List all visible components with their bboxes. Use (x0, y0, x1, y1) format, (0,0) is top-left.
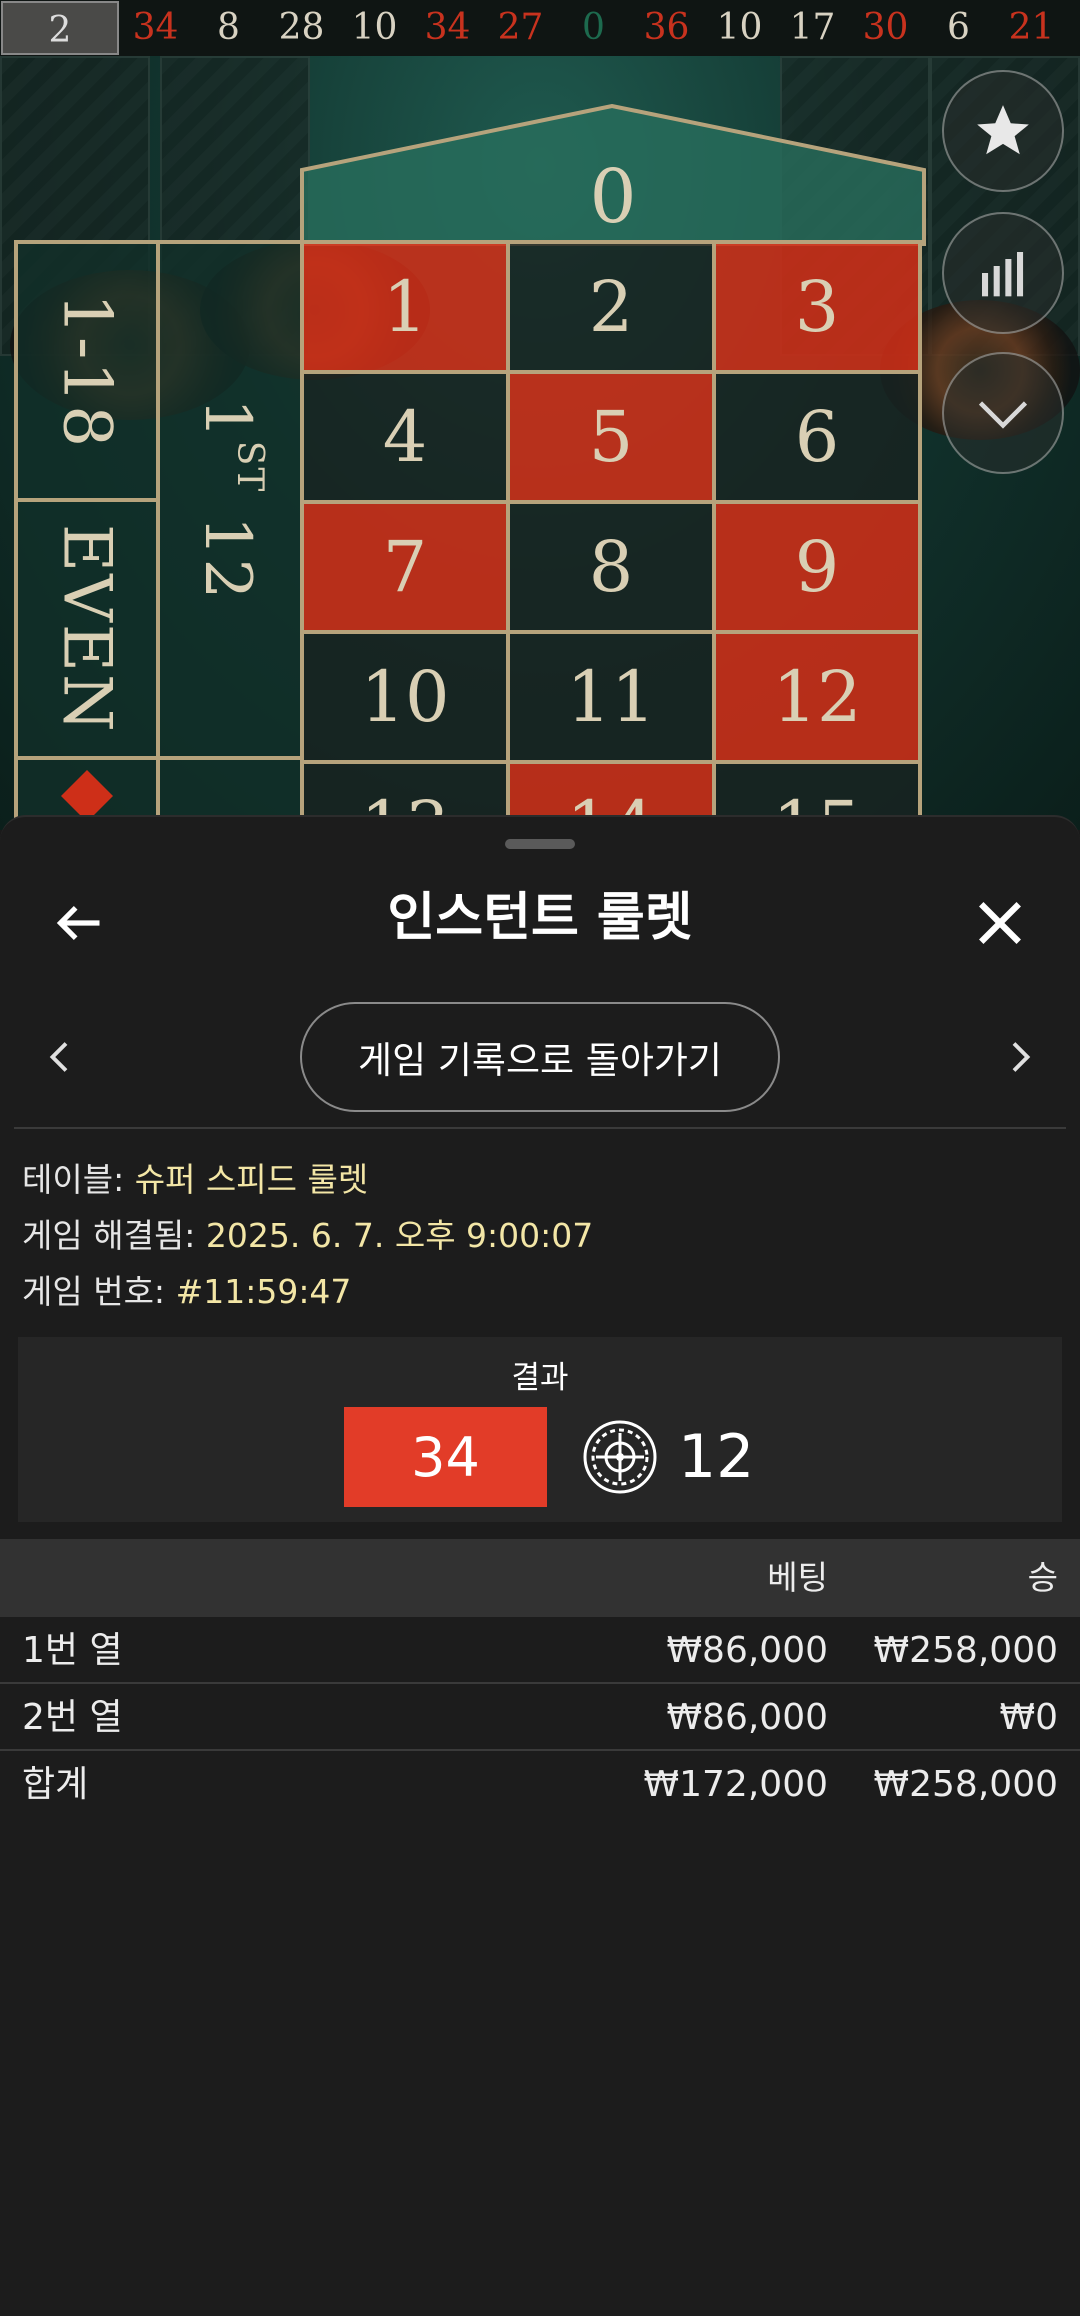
row-label: 1번 열 (22, 1630, 123, 1671)
number-cell-label: 5 (588, 396, 634, 478)
resolved-info: 게임 해결됨: 2025. 6. 7. 오후 9:00:07 (22, 1209, 593, 1257)
table-info-label: 테이블: (22, 1160, 125, 1199)
collapse-button[interactable] (942, 352, 1064, 474)
table-total-row: 합계 ₩172,000 ₩258,000 (0, 1751, 1080, 1818)
number-cell-label: 6 (794, 396, 840, 478)
results-history-strip: 2 34 8 28 10 34 27 0 36 10 17 30 6 21 (0, 0, 1080, 56)
table-header: 베팅 승 (0, 1539, 1080, 1617)
total-bet: ₩172,000 (643, 1764, 828, 1805)
number-cell[interactable]: 6 (712, 370, 922, 504)
number-cell-label: 1 (382, 266, 428, 348)
row-bet: ₩86,000 (666, 1630, 828, 1671)
table-info-value: 슈퍼 스피드 룰렛 (134, 1160, 369, 1199)
number-cell[interactable]: 2 (506, 240, 716, 374)
previous-game-button[interactable] (30, 1022, 90, 1092)
star-icon (977, 105, 1029, 155)
total-label: 합계 (22, 1764, 89, 1805)
history-number: 34 (424, 7, 471, 48)
screen: 2 34 8 28 10 34 27 0 36 10 17 30 6 21 0 1-18 EVEN 1ST… (0, 0, 1080, 2316)
result-number: 34 (344, 1407, 547, 1507)
roulette-game-view: 2 34 8 28 10 34 27 0 36 10 17 30 6 21 0 1-18 EVEN 1ST… (0, 0, 1080, 830)
history-number: 34 (132, 7, 179, 48)
close-button[interactable] (960, 883, 1040, 963)
number-cell-label: 3 (794, 266, 840, 348)
number-cell[interactable]: 3 (712, 240, 922, 374)
history-number: 10 (351, 7, 398, 48)
history-number: 8 (217, 7, 240, 48)
row-win: ₩258,000 (873, 1630, 1058, 1671)
game-number-value: #11:59:47 (175, 1272, 352, 1311)
number-cell[interactable]: 4 (300, 370, 510, 504)
number-cell[interactable]: 1 (300, 240, 510, 374)
zero-label: 0 (589, 154, 636, 240)
history-number: 17 (789, 7, 836, 48)
sheet-title: 인스턴트 룰렛 (387, 888, 693, 948)
bet-even[interactable]: EVEN (14, 498, 160, 760)
total-win: ₩258,000 (873, 1764, 1058, 1805)
statistics-button[interactable] (942, 212, 1064, 334)
row-win: ₩0 (999, 1697, 1059, 1738)
number-cell[interactable]: 7 (300, 500, 510, 634)
row-label: 2번 열 (22, 1697, 123, 1738)
header-bet: 베팅 (767, 1558, 828, 1597)
table-row: 2번 열 ₩86,000 ₩0 (0, 1684, 1080, 1751)
game-detail-sheet: 인스턴트 룰렛 게임 기록으로 돌아가기 테이블: 슈퍼 스피드 룰렛 게임 해… (0, 815, 1080, 2316)
number-cell-label: 9 (794, 526, 840, 608)
history-number: 28 (278, 7, 325, 48)
chevron-right-icon (1012, 1042, 1031, 1072)
chevron-down-icon (978, 401, 1028, 429)
number-cell-label: 2 (588, 266, 634, 348)
table-info: 테이블: 슈퍼 스피드 룰렛 (22, 1153, 368, 1201)
number-cell-label: 10 (360, 656, 450, 738)
number-cell-label: 12 (772, 656, 862, 738)
number-cell-label: 11 (566, 656, 656, 738)
favorites-button[interactable] (942, 70, 1064, 192)
dozen-label: 1ST 12 (189, 398, 271, 602)
chevron-left-icon (49, 1042, 68, 1072)
number-cell[interactable]: 11 (506, 630, 716, 764)
game-navigation: 게임 기록으로 돌아가기 (0, 1002, 1080, 1112)
history-number: 2 (1, 1, 119, 55)
history-number: 30 (862, 7, 909, 48)
header-win: 승 (1027, 1558, 1058, 1597)
result-panel: 결과 34 12 (18, 1337, 1062, 1522)
table-row: 1번 열 ₩86,000 ₩258,000 (0, 1617, 1080, 1684)
sheet-drag-handle[interactable] (505, 839, 575, 849)
result-label: 결과 (511, 1360, 569, 1396)
stats-bars-icon (982, 252, 1024, 297)
number-cell[interactable]: 12 (712, 630, 922, 764)
history-number: 36 (643, 7, 690, 48)
history-number: 10 (716, 7, 763, 48)
history-number: 27 (497, 7, 544, 48)
number-cell[interactable]: 8 (506, 500, 716, 634)
roulette-wheel-icon (583, 1420, 657, 1494)
history-number: 21 (1008, 7, 1055, 48)
close-icon (979, 902, 1021, 944)
number-cell-label: 7 (382, 526, 428, 608)
number-cell[interactable]: 10 (300, 630, 510, 764)
number-cell-label: 4 (382, 396, 428, 478)
even-label: EVEN (48, 524, 126, 734)
game-number-label: 게임 번호: (22, 1272, 166, 1311)
back-to-history-button[interactable]: 게임 기록으로 돌아가기 (300, 1002, 780, 1112)
bet-first-dozen[interactable]: 1ST 12 (156, 240, 304, 760)
number-cell[interactable]: 5 (506, 370, 716, 504)
next-game-button[interactable] (990, 1022, 1050, 1092)
divider (14, 1127, 1066, 1129)
low-label: 1-18 (48, 292, 126, 450)
resolved-info-label: 게임 해결됨: (22, 1216, 196, 1255)
number-cell[interactable]: 9 (712, 500, 922, 634)
number-cell-label: 8 (588, 526, 634, 608)
history-number: 0 (582, 7, 605, 48)
bet-low-1-18[interactable]: 1-18 (14, 240, 160, 502)
multiplier-value: 12 (678, 1422, 755, 1492)
bets-table: 베팅 승 1번 열 ₩86,000 ₩258,000 2번 열 ₩86,000 … (0, 1539, 1080, 1818)
history-number: 6 (947, 7, 970, 48)
game-number-info: 게임 번호: #11:59:47 (22, 1265, 351, 1313)
resolved-info-value: 2025. 6. 7. 오후 9:00:07 (205, 1216, 594, 1255)
row-bet: ₩86,000 (666, 1697, 828, 1738)
zero-cell[interactable]: 0 (300, 104, 926, 246)
